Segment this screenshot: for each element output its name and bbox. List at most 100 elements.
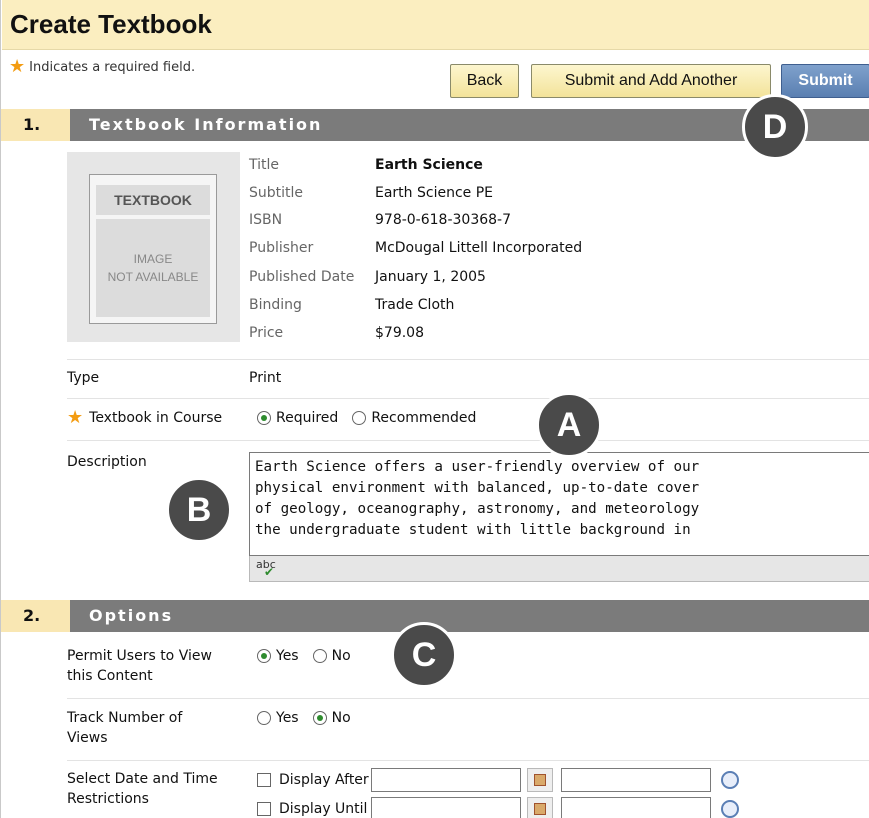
page-frame: Create Textbook ★ Indicates a required f… — [0, 0, 869, 818]
section-number: 1. — [23, 115, 41, 134]
info-key: Publisher — [249, 240, 314, 256]
thumbnail-frame: TEXTBOOK IMAGE NOT AVAILABLE — [89, 174, 217, 324]
date-restrictions-label: Select Date and Time Restrictions — [67, 769, 218, 809]
submit-and-add-another-button[interactable]: Submit and Add Another — [531, 64, 771, 98]
track-views-radios: Yes No — [257, 710, 359, 726]
display-after-date-input[interactable] — [371, 768, 521, 792]
radio-option-permit-yes[interactable]: Yes — [257, 648, 299, 664]
clock-icon[interactable] — [717, 797, 743, 818]
info-key: Price — [249, 325, 284, 341]
radio-track-yes[interactable] — [257, 711, 271, 725]
info-row-subtitle: Subtitle Earth Science PE — [249, 185, 493, 201]
radio-option-track-yes[interactable]: Yes — [257, 710, 299, 726]
description-label: Description — [67, 454, 147, 470]
permit-label-line: Permit Users to View — [67, 648, 212, 664]
radio-option-recommended[interactable]: Recommended — [352, 410, 476, 426]
divider — [67, 359, 869, 360]
info-value: 978-0-618-30368-7 — [375, 212, 512, 228]
required-note-text: Indicates a required field. — [29, 59, 196, 75]
calendar-icon[interactable] — [527, 768, 553, 792]
info-row-publisher: Publisher McDougal Littell Incorporated — [249, 240, 582, 256]
radio-permit-yes-label: Yes — [276, 648, 299, 664]
thumbnail-line-2: NOT AVAILABLE — [107, 270, 199, 284]
info-key: Published Date — [249, 269, 355, 285]
type-label: Type — [67, 370, 100, 386]
clock-glyph — [721, 800, 739, 818]
checkmark-icon: ✔ — [264, 565, 275, 579]
display-until-time-input[interactable] — [561, 797, 711, 818]
required-star-icon: ★ — [67, 407, 84, 428]
radio-option-required[interactable]: Required — [257, 410, 338, 426]
track-views-label: Track Number of Views — [67, 708, 182, 748]
clock-icon[interactable] — [717, 768, 743, 792]
callout-b: B — [166, 477, 232, 543]
display-after-label: Display After — [279, 772, 369, 788]
permit-users-label: Permit Users to View this Content — [67, 646, 212, 686]
calendar-glyph — [534, 803, 546, 815]
divider — [67, 698, 869, 699]
radio-track-no-label: No — [331, 710, 351, 726]
radio-option-permit-no[interactable]: No — [312, 648, 351, 664]
description-line: the undergraduate student with little ba… — [255, 522, 691, 538]
callout-c: C — [391, 622, 457, 688]
description-line: of geology, oceanography, astronomy, and… — [255, 501, 700, 517]
display-after-time-input[interactable] — [561, 768, 711, 792]
info-row-published-date: Published Date January 1, 2005 — [249, 269, 486, 285]
calendar-icon[interactable] — [527, 797, 553, 818]
radio-recommended[interactable] — [352, 411, 367, 425]
radio-permit-no-label: No — [331, 648, 351, 664]
page-header: Create Textbook — [2, 0, 869, 50]
description-textarea[interactable]: Earth Science offers a user-friendly ove… — [249, 452, 869, 556]
info-value: Trade Cloth — [375, 297, 455, 313]
track-label-line: Views — [67, 730, 108, 746]
back-button[interactable]: Back — [450, 64, 519, 98]
info-key: Title — [249, 157, 280, 173]
display-until-checkbox[interactable] — [257, 802, 271, 816]
section-title: Textbook Information — [89, 115, 323, 134]
callout-a: A — [536, 392, 602, 458]
info-key: Binding — [249, 297, 302, 313]
textbook-in-course-radios: Required Recommended — [257, 410, 484, 426]
permit-label-line: this Content — [67, 668, 153, 684]
display-until-row: Display Until — [257, 797, 743, 818]
info-value: Earth Science — [375, 157, 483, 173]
info-value: McDougal Littell Incorporated — [375, 240, 583, 256]
section-band — [70, 600, 869, 632]
submit-button[interactable]: Submit — [781, 64, 869, 98]
radio-required[interactable] — [257, 411, 271, 425]
callout-d: D — [742, 94, 808, 160]
thumbnail-placeholder: IMAGE NOT AVAILABLE — [96, 219, 210, 317]
calendar-glyph — [534, 774, 546, 786]
radio-required-label: Required — [276, 410, 339, 426]
description-line: Earth Science offers a user-friendly ove… — [255, 459, 700, 475]
restrictions-label-line: Restrictions — [67, 791, 149, 807]
textbook-in-course-text: Textbook in Course — [89, 410, 223, 426]
section-title: Options — [89, 606, 174, 625]
radio-option-track-no[interactable]: No — [312, 710, 351, 726]
page-title: Create Textbook — [10, 9, 212, 39]
clock-glyph — [721, 771, 739, 789]
textbook-thumbnail: TEXTBOOK IMAGE NOT AVAILABLE — [67, 152, 240, 342]
required-note: ★ Indicates a required field. — [9, 58, 195, 76]
display-after-row: Display After — [257, 768, 743, 792]
info-row-title: Title Earth Science — [249, 157, 483, 173]
radio-permit-yes[interactable] — [257, 649, 271, 663]
textbook-in-course-label: ★ Textbook in Course — [67, 408, 222, 428]
info-value: $79.08 — [375, 325, 424, 341]
info-row-isbn: ISBN 978-0-618-30368-7 — [249, 212, 511, 228]
permit-users-radios: Yes No — [257, 648, 359, 664]
radio-permit-no[interactable] — [312, 649, 327, 663]
radio-recommended-label: Recommended — [371, 410, 477, 426]
description-line: physical environment with balanced, up-t… — [255, 480, 700, 496]
radio-track-no[interactable] — [312, 711, 327, 725]
info-row-price: Price $79.08 — [249, 325, 424, 341]
display-until-date-input[interactable] — [371, 797, 521, 818]
info-row-binding: Binding Trade Cloth — [249, 297, 454, 313]
display-until-label: Display Until — [279, 801, 368, 817]
display-after-checkbox[interactable] — [257, 773, 271, 787]
restrictions-label-line: Select Date and Time — [67, 771, 218, 787]
section-number: 2. — [23, 606, 41, 625]
divider — [67, 760, 869, 761]
radio-track-yes-label: Yes — [276, 710, 299, 726]
thumbnail-line-1: IMAGE — [133, 252, 173, 266]
